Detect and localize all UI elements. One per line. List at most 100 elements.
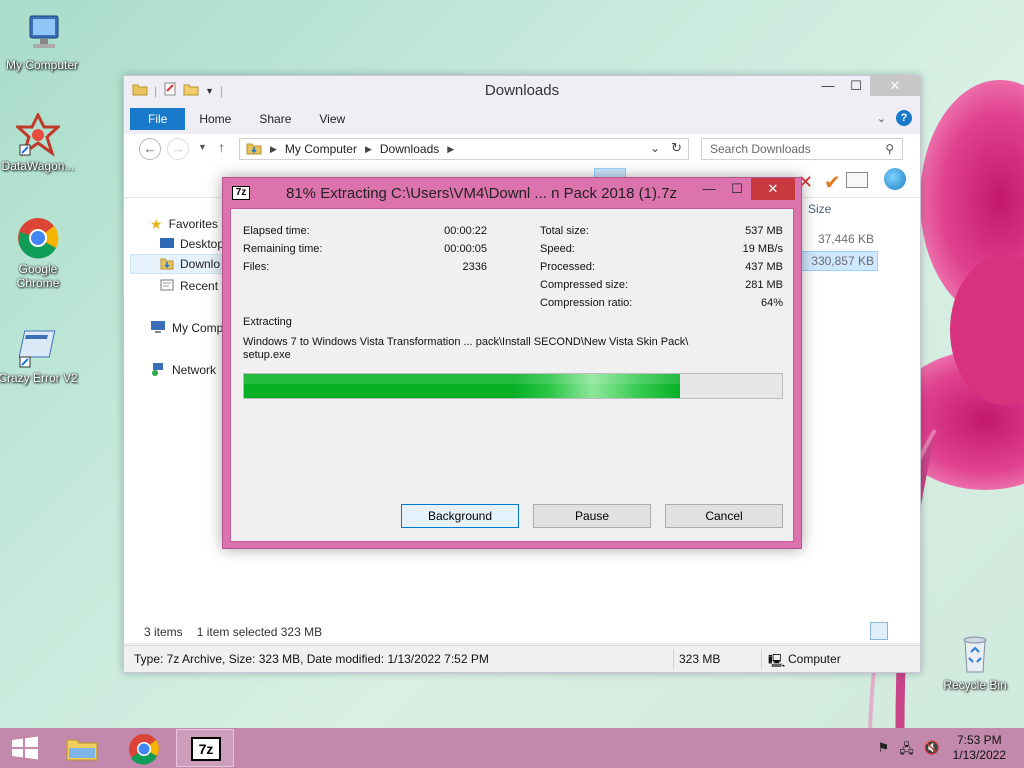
- separator: [673, 649, 674, 669]
- minimize-button[interactable]: —: [695, 178, 723, 200]
- compression-ratio-label: Compression ratio:: [540, 297, 633, 309]
- desktop-icon-google-chrome[interactable]: Google Chrome: [0, 216, 80, 290]
- 7zip-icon: 7z: [191, 737, 221, 761]
- desktop-icon-label: Google Chrome: [16, 262, 60, 290]
- files-label: Files:: [243, 261, 270, 273]
- chevron-right-icon[interactable]: ▶: [270, 144, 277, 155]
- tab-file[interactable]: File: [130, 108, 186, 130]
- nav-network[interactable]: Network: [150, 360, 216, 380]
- close-button[interactable]: ✕: [870, 76, 920, 96]
- crazy-error-icon: [16, 325, 60, 369]
- refresh-icon[interactable]: ↻: [671, 140, 682, 156]
- desktop-icon-label: Crazy Error V2: [0, 371, 78, 385]
- back-button[interactable]: ←: [139, 138, 161, 160]
- explorer-titlebar[interactable]: | ▼ | Downloads — ☐ ✕: [124, 76, 920, 104]
- large-icons-view-icon[interactable]: [890, 622, 908, 640]
- nav-label: Recent p: [180, 279, 229, 293]
- breadcrumb-my-computer[interactable]: My Computer: [285, 142, 357, 156]
- taskbar: 7z ⚑ 🖧 🔇 7:53 PM 1/13/2022: [0, 728, 1024, 768]
- chrome-icon: [16, 216, 60, 260]
- compression-ratio-value: 64%: [760, 297, 783, 309]
- expand-ribbon-icon[interactable]: ⌄: [877, 112, 886, 125]
- nav-favorites[interactable]: ★ Favorites: [150, 214, 218, 234]
- nav-downloads[interactable]: Downlo: [130, 254, 226, 274]
- dialog-title: 81% Extracting C:\Users\VM4\Downl ... n …: [286, 185, 677, 202]
- globe-icon[interactable]: [884, 168, 906, 190]
- forward-button[interactable]: →: [167, 138, 189, 160]
- maximize-button[interactable]: ☐: [723, 178, 751, 200]
- nav-label: Favorites: [168, 217, 218, 231]
- desktop-icon-recycle-bin[interactable]: Recycle Bin: [933, 632, 1017, 692]
- help-icon[interactable]: ?: [896, 110, 912, 126]
- ribbon-tabs: File Home Share View: [130, 106, 916, 130]
- system-tray: ⚑ 🖧 🔇: [878, 740, 940, 762]
- recent-locations-icon[interactable]: ▼: [198, 142, 207, 152]
- search-placeholder: Search Downloads: [710, 142, 811, 156]
- chevron-right-icon[interactable]: ▶: [447, 144, 454, 155]
- nav-recent-places[interactable]: Recent p: [160, 276, 228, 296]
- recent-places-icon: [160, 278, 174, 295]
- tab-home[interactable]: Home: [185, 108, 245, 130]
- checkmark-icon[interactable]: ✔: [824, 170, 841, 195]
- maximize-button[interactable]: ☐: [842, 76, 870, 96]
- column-header-size[interactable]: Size: [808, 202, 831, 216]
- dialog-titlebar[interactable]: 7z 81% Extracting C:\Users\VM4\Downl ...…: [223, 178, 801, 208]
- desktop-icon-label: Recycle Bin: [943, 678, 1007, 692]
- file-size-selected: 330,857 KB: [800, 251, 878, 271]
- info-icon[interactable]: [846, 172, 868, 188]
- volume-muted-icon[interactable]: 🔇: [924, 740, 940, 762]
- elapsed-time-label: Elapsed time:: [243, 225, 310, 237]
- search-input[interactable]: Search Downloads ⚲: [701, 138, 903, 160]
- processed-label: Processed:: [540, 261, 596, 273]
- start-button[interactable]: [0, 728, 50, 768]
- total-size-value: 537 MB: [745, 225, 783, 237]
- address-bar[interactable]: ▶ My Computer ▶ Downloads ▶ ⌄ ↻: [239, 138, 689, 160]
- desktop-icon-my-computer[interactable]: My Computer: [0, 12, 84, 72]
- chevron-down-icon[interactable]: ⌄: [650, 141, 660, 155]
- current-file-name: setup.exe: [243, 349, 291, 361]
- window-title: Downloads: [484, 82, 560, 99]
- chevron-right-icon[interactable]: ▶: [365, 144, 372, 155]
- cancel-button[interactable]: Cancel: [665, 504, 783, 528]
- speed-label: Speed:: [540, 243, 575, 255]
- status-bar: 3 items 1 item selected 323 MB: [124, 621, 920, 643]
- selection-info: 1 item selected 323 MB: [196, 625, 323, 639]
- speed-value: 19 MB/s: [742, 243, 783, 255]
- item-count: 3 items: [144, 625, 183, 639]
- datawagon-icon: [14, 111, 62, 157]
- details-view-icon[interactable]: [870, 622, 888, 640]
- file-details: Type: 7z Archive, Size: 323 MB, Date mod…: [134, 652, 489, 666]
- desktop-icon-datawagon[interactable]: DataWagon...: [0, 111, 80, 173]
- desktop-folder-icon: [160, 237, 174, 252]
- breadcrumb-downloads[interactable]: Downloads: [380, 142, 439, 156]
- tab-view[interactable]: View: [305, 108, 359, 130]
- desktop-icon-crazy-error[interactable]: Crazy Error V2: [0, 325, 80, 385]
- clock-time: 7:53 PM: [956, 733, 1002, 747]
- nav-my-computer[interactable]: My Comp: [150, 318, 223, 338]
- taskbar-file-explorer[interactable]: [52, 729, 110, 767]
- computer-icon: [20, 12, 64, 56]
- recycle-bin-icon: [953, 632, 997, 676]
- star-icon: ★: [150, 215, 163, 232]
- nav-desktop[interactable]: Desktop: [160, 234, 224, 254]
- nav-label: Downlo: [180, 257, 221, 271]
- file-size-status: 323 MB: [679, 652, 721, 666]
- desktop-icon-label: DataWagon...: [1, 159, 75, 173]
- network-status-icon[interactable]: 🖧: [899, 740, 914, 762]
- processed-value: 437 MB: [745, 261, 783, 273]
- minimize-button[interactable]: —: [814, 76, 842, 96]
- files-value: 2336: [462, 261, 487, 273]
- close-button[interactable]: ✕: [751, 178, 795, 200]
- up-arrow-icon[interactable]: ↑: [218, 139, 225, 155]
- taskbar-7zip[interactable]: 7z: [176, 729, 234, 767]
- computer-icon: 🖳: [768, 653, 786, 668]
- background-button[interactable]: Background: [401, 504, 519, 528]
- computer-icon: [150, 320, 166, 337]
- action-center-flag-icon[interactable]: ⚑: [878, 740, 890, 762]
- pause-button[interactable]: Pause: [533, 504, 651, 528]
- nav-label: Desktop: [180, 237, 225, 251]
- taskbar-chrome[interactable]: [114, 729, 172, 767]
- tab-share[interactable]: Share: [245, 108, 305, 130]
- extract-progress-dialog[interactable]: 7z 81% Extracting C:\Users\VM4\Downl ...…: [222, 177, 802, 549]
- clock[interactable]: 7:53 PM 1/13/2022: [953, 733, 1006, 763]
